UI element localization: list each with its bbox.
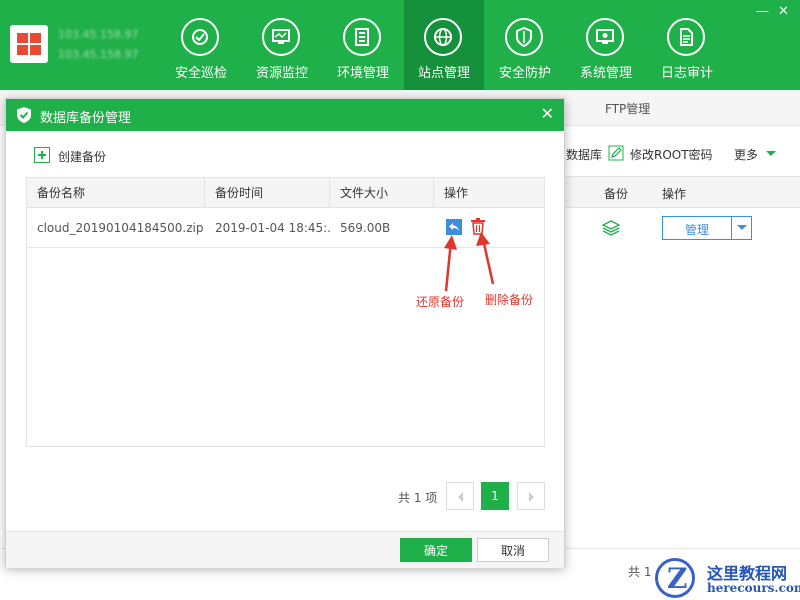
nav-label: 环境管理 (336, 66, 389, 81)
monitor-icon (262, 18, 300, 56)
annotation-arrows (444, 232, 495, 292)
nav-log-audit[interactable]: 日志审计 (647, 0, 727, 90)
manage-button[interactable]: 管理 (662, 216, 752, 240)
window-close-button[interactable]: ✕ (778, 4, 789, 19)
nav-label: 安全防护 (498, 66, 551, 81)
chevron-right-icon[interactable] (517, 482, 545, 510)
host-address: 103.45.158.97 (58, 28, 139, 41)
manage-label: 管理 (685, 223, 710, 237)
bg-table-header: 备份 操作 (566, 176, 800, 208)
bg-toolbar-partial[interactable]: 数据库 (566, 146, 602, 163)
windows-icon (17, 33, 41, 55)
cancel-button[interactable]: 取消 (477, 538, 549, 562)
tab-ftp[interactable]: FTP管理 (605, 100, 650, 117)
edit-icon (608, 145, 624, 161)
bg-col-action: 操作 (662, 187, 687, 201)
watermark-logo-letter: Z (667, 562, 688, 595)
system-icon (586, 18, 624, 56)
nav-resource-monitor[interactable]: 资源监控 (242, 0, 322, 90)
minimize-button[interactable]: — (756, 4, 769, 19)
bg-col-backup: 备份 (604, 187, 629, 201)
nav-environment[interactable]: 环境管理 (323, 0, 403, 90)
site-watermark: Z 这里教程网 herecours.com (655, 556, 800, 600)
chevron-left-icon[interactable] (446, 482, 474, 510)
server-icon (343, 18, 381, 56)
caret-down-icon[interactable] (731, 217, 751, 239)
page-current[interactable]: 1 (481, 482, 509, 510)
modify-root-label: 修改ROOT密码 (630, 148, 713, 162)
ok-button[interactable]: 确定 (400, 538, 472, 562)
pager-total: 共 1 项 (398, 491, 438, 505)
watermark-en: herecours.com (707, 581, 800, 595)
more-label: 更多 (734, 148, 759, 162)
dialog-footer: 确定 取消 (6, 531, 564, 568)
nav-security-inspection[interactable]: 安全巡检 (161, 0, 241, 90)
inspect-icon (181, 18, 219, 56)
nav-label: 日志审计 (660, 66, 713, 81)
shield-icon (505, 18, 543, 56)
nav-label: 系统管理 (579, 66, 632, 81)
watermark-logo: Z (655, 558, 695, 598)
host-address-secondary: 103.45.158.97 (58, 48, 139, 61)
layers-icon[interactable] (602, 220, 620, 236)
nav-site-management[interactable]: 站点管理 (404, 0, 484, 90)
windows-logo (10, 25, 48, 63)
bg-pager-total: 共 1 (628, 565, 652, 579)
db-backup-dialog: 数据库备份管理 ✕ 创建备份 备份名称 备份时间 文件大小 操作 cloud_2… (5, 98, 565, 568)
nav-label: 安全巡检 (174, 66, 227, 81)
nav-label: 资源监控 (255, 66, 308, 81)
nav-label: 站点管理 (417, 66, 470, 81)
app-window: 103.45.158.97 103.45.158.97 安全巡检 资源监控 环境… (0, 0, 800, 600)
top-nav-bar: 103.45.158.97 103.45.158.97 安全巡检 资源监控 环境… (0, 0, 800, 90)
nav-system-management[interactable]: 系统管理 (566, 0, 646, 90)
more-dropdown[interactable]: 更多 (734, 146, 776, 163)
globe-icon (424, 18, 462, 56)
log-icon (667, 18, 705, 56)
caret-down-icon (766, 151, 776, 161)
nav-security-protection[interactable]: 安全防护 (485, 0, 565, 90)
restore-annotation: 还原备份 (416, 295, 465, 309)
delete-annotation: 删除备份 (485, 293, 534, 307)
